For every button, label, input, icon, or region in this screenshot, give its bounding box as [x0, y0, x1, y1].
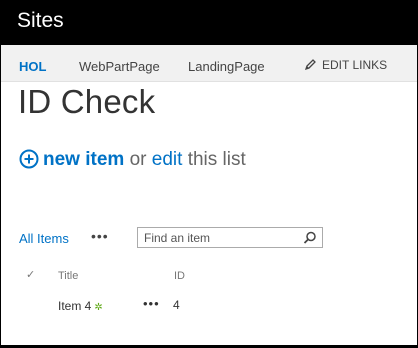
add-circle-icon[interactable]	[19, 149, 39, 176]
this-list-text: this list	[187, 149, 246, 170]
page-title: ID Check	[18, 83, 156, 120]
nav-item-hol[interactable]: HOL	[19, 59, 46, 74]
or-text: or	[129, 149, 147, 170]
new-item-link[interactable]: new item	[43, 149, 124, 170]
column-header-title[interactable]: Title	[58, 270, 78, 282]
view-more-button[interactable]: •••	[91, 228, 109, 244]
nav-item-landingpage[interactable]: LandingPage	[188, 59, 265, 74]
site-brand[interactable]: Sites	[17, 9, 64, 33]
select-all-checkmark[interactable]: ✓	[26, 268, 35, 281]
view-all-items[interactable]: All Items	[19, 231, 69, 246]
search-box	[137, 227, 323, 248]
table-row-title: Item 4 ✲	[58, 299, 103, 313]
top-bar: Sites	[0, 0, 418, 45]
pencil-icon	[304, 59, 316, 71]
new-item-icon: ✲	[94, 302, 103, 313]
search-icon[interactable]	[303, 231, 317, 250]
edit-list-link[interactable]: edit	[152, 149, 183, 170]
nav-item-webpartpage[interactable]: WebPartPage	[79, 59, 160, 74]
search-input[interactable]	[144, 230, 294, 246]
list-command-row: new item or edit this list	[19, 148, 246, 176]
edit-links-label: EDIT LINKS	[322, 58, 388, 72]
column-header-id[interactable]: ID	[174, 270, 185, 282]
item-menu-button[interactable]: •••	[143, 296, 160, 311]
edit-links-button[interactable]: EDIT LINKS	[304, 58, 387, 72]
item-id: 4	[173, 298, 180, 312]
item-title-link[interactable]: Item 4	[58, 299, 91, 313]
